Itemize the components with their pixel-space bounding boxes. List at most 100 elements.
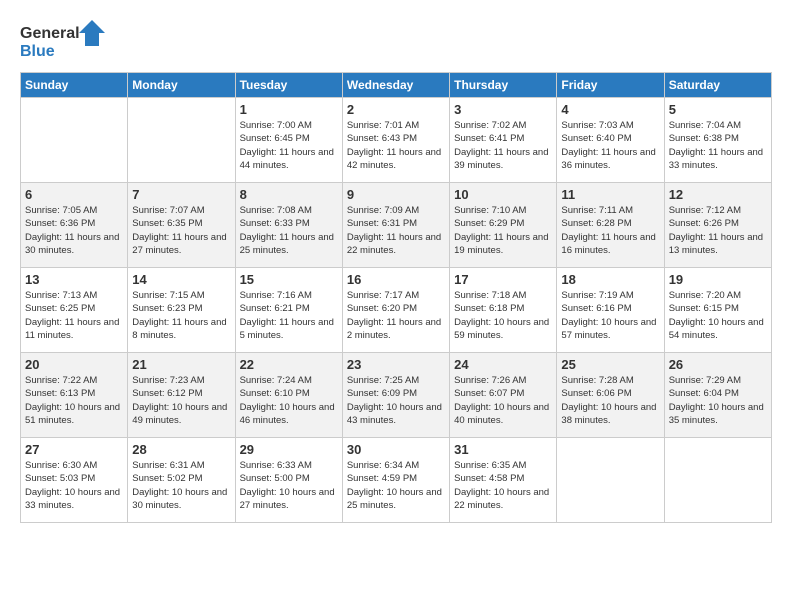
calendar-cell: 25 Sunrise: 7:28 AMSunset: 6:06 PMDaylig… [557,353,664,438]
cell-info: Sunrise: 6:31 AMSunset: 5:02 PMDaylight:… [132,459,230,512]
calendar-cell: 10 Sunrise: 7:10 AMSunset: 6:29 PMDaylig… [450,183,557,268]
calendar-cell: 5 Sunrise: 7:04 AMSunset: 6:38 PMDayligh… [664,98,771,183]
cell-info: Sunrise: 7:01 AMSunset: 6:43 PMDaylight:… [347,119,445,172]
day-number: 27 [25,442,123,457]
cell-info: Sunrise: 7:16 AMSunset: 6:21 PMDaylight:… [240,289,338,342]
day-number: 26 [669,357,767,372]
day-number: 16 [347,272,445,287]
calendar-cell: 21 Sunrise: 7:23 AMSunset: 6:12 PMDaylig… [128,353,235,438]
day-header: Wednesday [342,73,449,98]
cell-info: Sunrise: 7:23 AMSunset: 6:12 PMDaylight:… [132,374,230,427]
day-number: 11 [561,187,659,202]
cell-info: Sunrise: 7:02 AMSunset: 6:41 PMDaylight:… [454,119,552,172]
calendar-cell: 24 Sunrise: 7:26 AMSunset: 6:07 PMDaylig… [450,353,557,438]
cell-info: Sunrise: 7:25 AMSunset: 6:09 PMDaylight:… [347,374,445,427]
day-number: 1 [240,102,338,117]
cell-info: Sunrise: 7:08 AMSunset: 6:33 PMDaylight:… [240,204,338,257]
calendar-cell: 3 Sunrise: 7:02 AMSunset: 6:41 PMDayligh… [450,98,557,183]
logo-svg: General Blue [20,20,110,62]
day-header: Saturday [664,73,771,98]
cell-info: Sunrise: 7:20 AMSunset: 6:15 PMDaylight:… [669,289,767,342]
cell-info: Sunrise: 6:33 AMSunset: 5:00 PMDaylight:… [240,459,338,512]
cell-info: Sunrise: 6:35 AMSunset: 4:58 PMDaylight:… [454,459,552,512]
day-number: 30 [347,442,445,457]
cell-info: Sunrise: 7:17 AMSunset: 6:20 PMDaylight:… [347,289,445,342]
calendar-cell: 20 Sunrise: 7:22 AMSunset: 6:13 PMDaylig… [21,353,128,438]
svg-text:General: General [20,25,80,42]
day-number: 10 [454,187,552,202]
calendar-cell: 8 Sunrise: 7:08 AMSunset: 6:33 PMDayligh… [235,183,342,268]
day-number: 8 [240,187,338,202]
day-number: 25 [561,357,659,372]
calendar-week-row: 6 Sunrise: 7:05 AMSunset: 6:36 PMDayligh… [21,183,772,268]
day-number: 22 [240,357,338,372]
calendar-week-row: 1 Sunrise: 7:00 AMSunset: 6:45 PMDayligh… [21,98,772,183]
cell-info: Sunrise: 7:12 AMSunset: 6:26 PMDaylight:… [669,204,767,257]
calendar-cell [664,438,771,523]
calendar-cell: 31 Sunrise: 6:35 AMSunset: 4:58 PMDaylig… [450,438,557,523]
calendar-cell: 6 Sunrise: 7:05 AMSunset: 6:36 PMDayligh… [21,183,128,268]
calendar-cell: 1 Sunrise: 7:00 AMSunset: 6:45 PMDayligh… [235,98,342,183]
day-number: 9 [347,187,445,202]
day-number: 31 [454,442,552,457]
calendar-cell: 11 Sunrise: 7:11 AMSunset: 6:28 PMDaylig… [557,183,664,268]
calendar-cell: 4 Sunrise: 7:03 AMSunset: 6:40 PMDayligh… [557,98,664,183]
calendar-body: 1 Sunrise: 7:00 AMSunset: 6:45 PMDayligh… [21,98,772,523]
day-header: Monday [128,73,235,98]
day-number: 4 [561,102,659,117]
cell-info: Sunrise: 7:26 AMSunset: 6:07 PMDaylight:… [454,374,552,427]
day-number: 20 [25,357,123,372]
calendar-cell: 18 Sunrise: 7:19 AMSunset: 6:16 PMDaylig… [557,268,664,353]
cell-info: Sunrise: 7:04 AMSunset: 6:38 PMDaylight:… [669,119,767,172]
day-number: 5 [669,102,767,117]
day-number: 12 [669,187,767,202]
cell-info: Sunrise: 7:24 AMSunset: 6:10 PMDaylight:… [240,374,338,427]
day-number: 17 [454,272,552,287]
calendar-week-row: 20 Sunrise: 7:22 AMSunset: 6:13 PMDaylig… [21,353,772,438]
cell-info: Sunrise: 7:29 AMSunset: 6:04 PMDaylight:… [669,374,767,427]
calendar-week-row: 27 Sunrise: 6:30 AMSunset: 5:03 PMDaylig… [21,438,772,523]
calendar-cell: 7 Sunrise: 7:07 AMSunset: 6:35 PMDayligh… [128,183,235,268]
cell-info: Sunrise: 7:19 AMSunset: 6:16 PMDaylight:… [561,289,659,342]
calendar-week-row: 13 Sunrise: 7:13 AMSunset: 6:25 PMDaylig… [21,268,772,353]
logo: General Blue [20,20,110,62]
day-number: 3 [454,102,552,117]
cell-info: Sunrise: 7:28 AMSunset: 6:06 PMDaylight:… [561,374,659,427]
calendar-cell [557,438,664,523]
day-number: 14 [132,272,230,287]
cell-info: Sunrise: 7:10 AMSunset: 6:29 PMDaylight:… [454,204,552,257]
day-number: 28 [132,442,230,457]
day-number: 2 [347,102,445,117]
calendar-cell [128,98,235,183]
cell-info: Sunrise: 7:22 AMSunset: 6:13 PMDaylight:… [25,374,123,427]
calendar-cell [21,98,128,183]
calendar-table: SundayMondayTuesdayWednesdayThursdayFrid… [20,72,772,523]
calendar-cell: 22 Sunrise: 7:24 AMSunset: 6:10 PMDaylig… [235,353,342,438]
day-number: 19 [669,272,767,287]
cell-info: Sunrise: 7:13 AMSunset: 6:25 PMDaylight:… [25,289,123,342]
calendar-cell: 29 Sunrise: 6:33 AMSunset: 5:00 PMDaylig… [235,438,342,523]
calendar-cell: 17 Sunrise: 7:18 AMSunset: 6:18 PMDaylig… [450,268,557,353]
day-number: 29 [240,442,338,457]
day-header: Sunday [21,73,128,98]
cell-info: Sunrise: 6:34 AMSunset: 4:59 PMDaylight:… [347,459,445,512]
day-number: 13 [25,272,123,287]
calendar-cell: 16 Sunrise: 7:17 AMSunset: 6:20 PMDaylig… [342,268,449,353]
day-header: Tuesday [235,73,342,98]
calendar-cell: 13 Sunrise: 7:13 AMSunset: 6:25 PMDaylig… [21,268,128,353]
calendar-cell: 27 Sunrise: 6:30 AMSunset: 5:03 PMDaylig… [21,438,128,523]
cell-info: Sunrise: 7:05 AMSunset: 6:36 PMDaylight:… [25,204,123,257]
day-header: Thursday [450,73,557,98]
day-number: 18 [561,272,659,287]
day-number: 21 [132,357,230,372]
calendar-cell: 14 Sunrise: 7:15 AMSunset: 6:23 PMDaylig… [128,268,235,353]
cell-info: Sunrise: 7:09 AMSunset: 6:31 PMDaylight:… [347,204,445,257]
day-number: 7 [132,187,230,202]
calendar-cell: 15 Sunrise: 7:16 AMSunset: 6:21 PMDaylig… [235,268,342,353]
cell-info: Sunrise: 7:03 AMSunset: 6:40 PMDaylight:… [561,119,659,172]
cell-info: Sunrise: 7:15 AMSunset: 6:23 PMDaylight:… [132,289,230,342]
calendar-cell: 23 Sunrise: 7:25 AMSunset: 6:09 PMDaylig… [342,353,449,438]
calendar-header-row: SundayMondayTuesdayWednesdayThursdayFrid… [21,73,772,98]
calendar-cell: 2 Sunrise: 7:01 AMSunset: 6:43 PMDayligh… [342,98,449,183]
svg-text:Blue: Blue [20,43,55,60]
